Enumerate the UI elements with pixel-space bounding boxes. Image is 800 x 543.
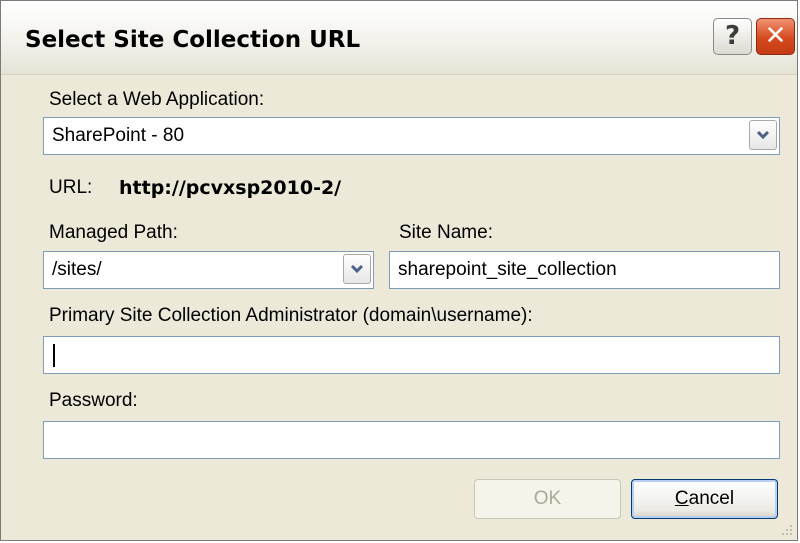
ok-label: OK	[533, 488, 562, 509]
select-site-collection-dialog: Select Site Collection URL ? ✕ Select a …	[0, 0, 798, 541]
url-value: http://pcvxsp2010-2/	[119, 177, 342, 199]
cancel-button[interactable]: Cancel	[631, 479, 778, 519]
password-label: Password:	[49, 390, 138, 411]
web-application-dropdown-button[interactable]	[749, 120, 777, 150]
site-name-value: sharepoint_site_collection	[398, 259, 617, 280]
password-input[interactable]	[43, 421, 780, 459]
cancel-label: ancel	[688, 488, 735, 509]
managed-path-value: /sites/	[52, 259, 102, 280]
managed-path-dropdown-button[interactable]	[343, 254, 371, 284]
help-icon: ?	[724, 21, 741, 51]
url-label: URL:	[49, 177, 93, 198]
web-application-select[interactable]: SharePoint - 80	[43, 117, 780, 155]
ok-button[interactable]: OK	[474, 479, 621, 519]
site-name-label: Site Name:	[399, 222, 493, 243]
text-cursor	[53, 344, 55, 367]
administrator-input[interactable]	[43, 336, 780, 374]
cancel-mnemonic: C	[674, 488, 689, 509]
close-icon: ✕	[764, 21, 787, 51]
chevron-down-icon	[350, 264, 364, 274]
web-application-label: Select a Web Application:	[49, 89, 265, 110]
web-application-value: SharePoint - 80	[52, 125, 185, 146]
site-name-input[interactable]: sharepoint_site_collection	[389, 251, 780, 289]
chevron-down-icon	[756, 130, 770, 140]
title-bar[interactable]: Select Site Collection URL ? ✕	[1, 1, 797, 75]
dialog-title: Select Site Collection URL	[25, 27, 361, 53]
help-button[interactable]: ?	[713, 18, 752, 55]
managed-path-select[interactable]: /sites/	[43, 251, 374, 289]
close-button[interactable]: ✕	[756, 18, 795, 55]
administrator-label: Primary Site Collection Administrator (d…	[49, 305, 533, 326]
resize-grip-icon[interactable]	[779, 522, 793, 536]
managed-path-label: Managed Path:	[49, 222, 178, 243]
